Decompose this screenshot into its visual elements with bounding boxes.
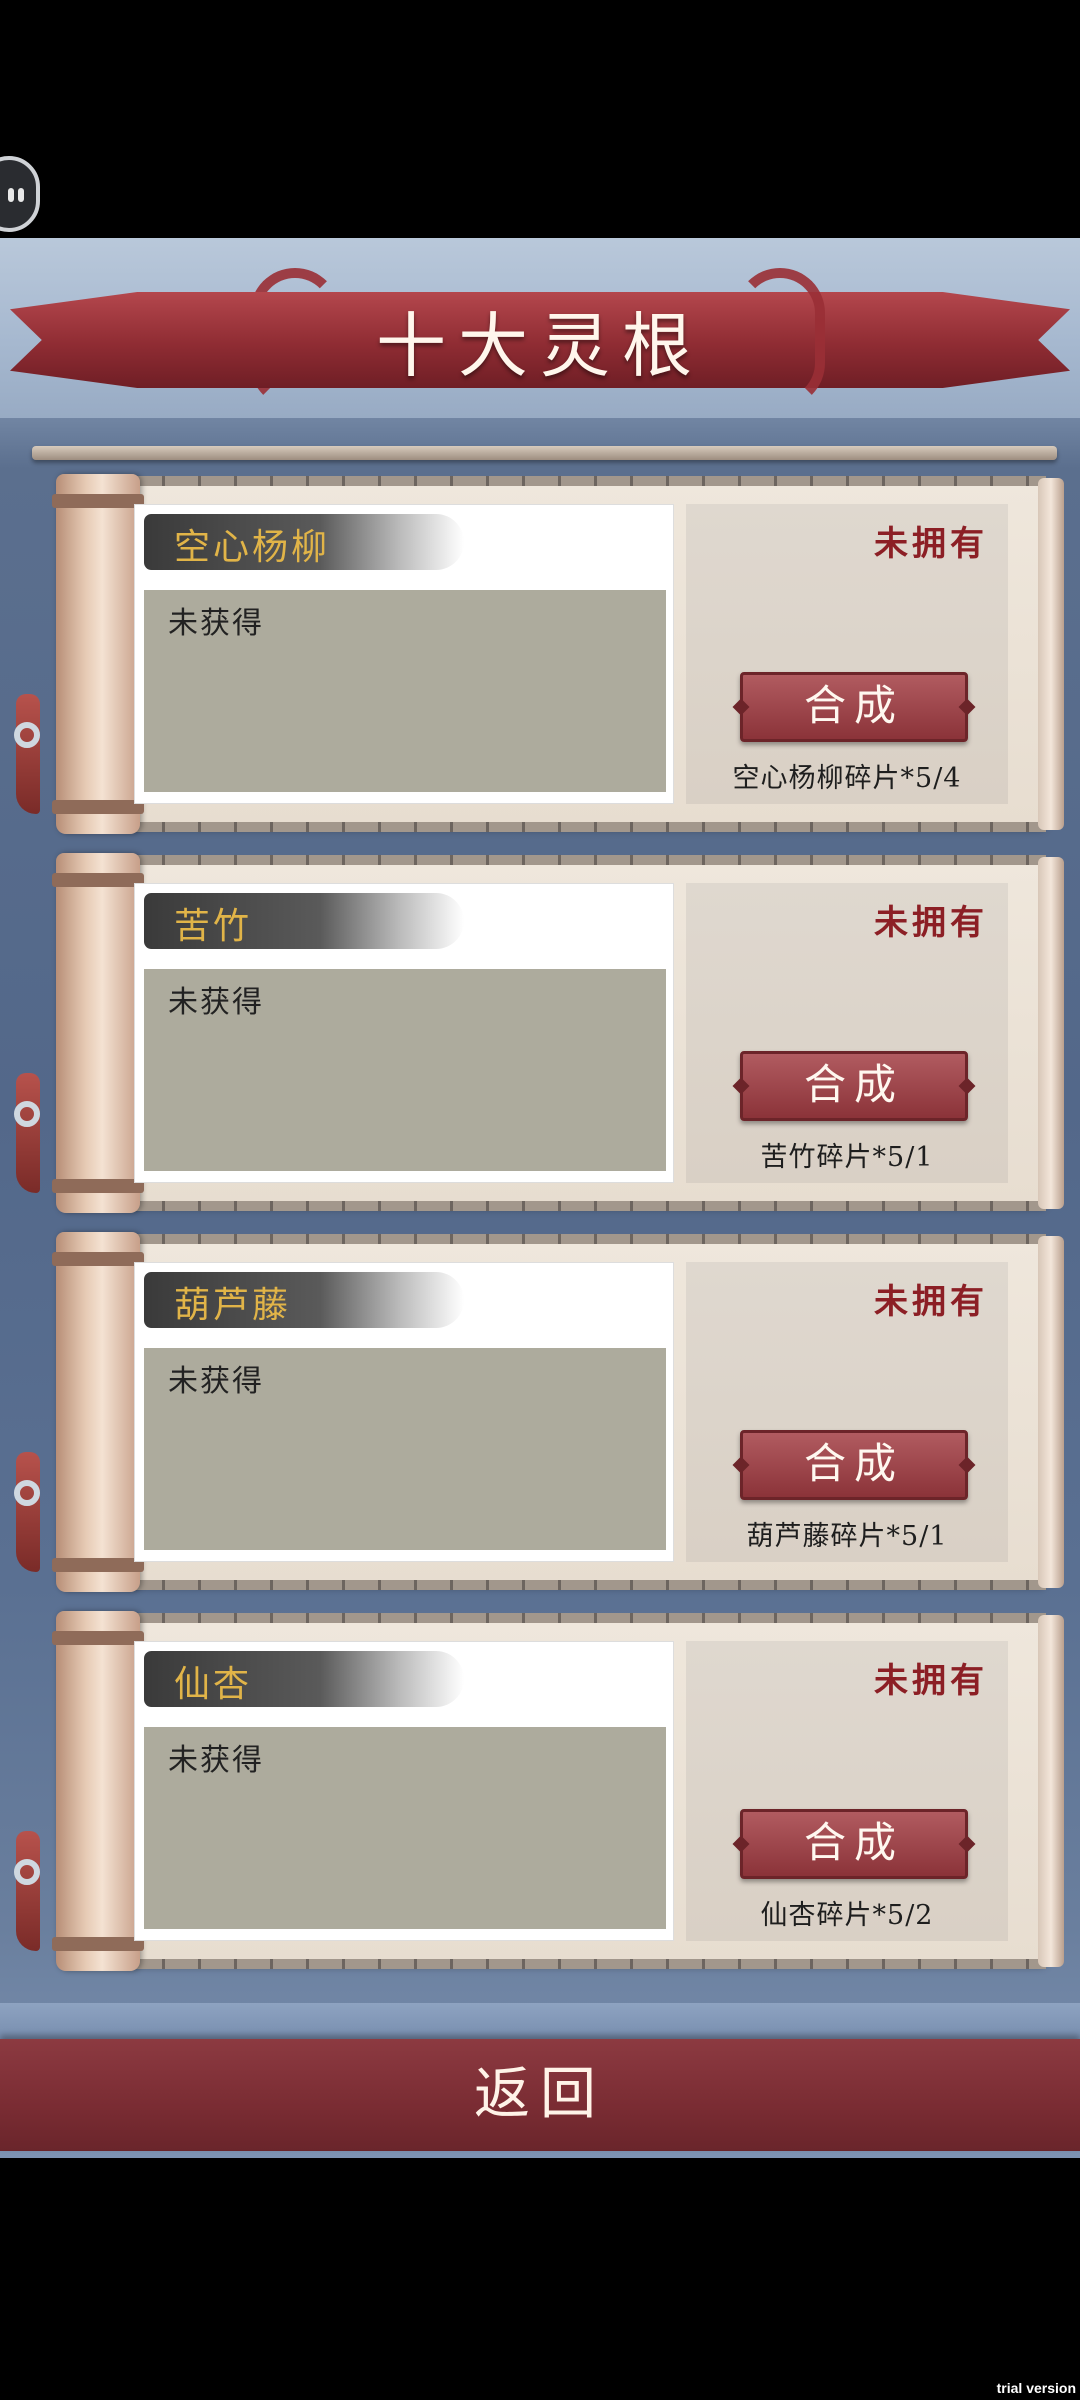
ownership-status: 未拥有 xyxy=(874,1282,988,1322)
tassel-decoration xyxy=(16,1073,40,1193)
fragment-count: 空心杨柳碎片*5/4 xyxy=(732,763,962,794)
back-button[interactable]: 返回 xyxy=(0,2039,1080,2151)
fragment-count: 葫芦藤碎片*5/1 xyxy=(746,1521,948,1552)
tassel-decoration xyxy=(16,1831,40,1951)
spirit-root-card: 苦竹 未获得 未拥有 合成 苦竹碎片*5/1 xyxy=(14,853,1064,1213)
ownership-status: 未拥有 xyxy=(874,903,988,943)
spirit-root-card: 葫芦藤 未获得 未拥有 合成 葫芦藤碎片*5/1 xyxy=(14,1232,1064,1592)
description-text: 未获得 xyxy=(168,1364,264,1399)
synthesize-button[interactable]: 合成 xyxy=(740,1430,968,1500)
description-box: 未获得 xyxy=(144,969,666,1171)
status-bar-area xyxy=(0,0,1080,238)
tassel-decoration xyxy=(16,1452,40,1572)
spirit-root-name: 葫芦藤 xyxy=(174,1285,292,1326)
action-panel: 未拥有 合成 仙杏碎片*5/2 xyxy=(686,1641,1008,1941)
scroll-rod xyxy=(52,853,144,1213)
tassel-decoration xyxy=(16,694,40,814)
navigation-bar-area: trial version xyxy=(0,2158,1080,2400)
synthesize-button[interactable]: 合成 xyxy=(740,672,968,742)
assistant-eye-icon xyxy=(8,188,14,202)
action-panel: 未拥有 合成 空心杨柳碎片*5/4 xyxy=(686,504,1008,804)
action-panel: 未拥有 合成 葫芦藤碎片*5/1 xyxy=(686,1262,1008,1562)
description-box: 未获得 xyxy=(144,1727,666,1929)
info-panel: 空心杨柳 未获得 xyxy=(134,504,674,804)
scroll-rod xyxy=(52,1232,144,1592)
scroll-rail-divider xyxy=(32,446,1057,460)
scroll-rod xyxy=(52,1611,144,1971)
synthesize-button[interactable]: 合成 xyxy=(740,1051,968,1121)
jade-ring-icon xyxy=(14,1859,40,1885)
info-panel: 葫芦藤 未获得 xyxy=(134,1262,674,1562)
spirit-root-card: 空心杨柳 未获得 未拥有 合成 空心杨柳碎片*5/4 xyxy=(14,474,1064,834)
description-text: 未获得 xyxy=(168,1743,264,1778)
spirit-root-name: 苦竹 xyxy=(174,906,253,947)
scroll-end-cap xyxy=(1038,857,1064,1209)
scroll-end-cap xyxy=(1038,1615,1064,1967)
action-panel: 未拥有 合成 苦竹碎片*5/1 xyxy=(686,883,1008,1183)
assistant-eye-icon xyxy=(18,188,24,202)
description-text: 未获得 xyxy=(168,606,264,641)
fragment-count: 苦竹碎片*5/1 xyxy=(760,1142,934,1173)
spirit-root-name: 空心杨柳 xyxy=(174,527,331,568)
title-banner: 十大灵根 xyxy=(0,238,1080,418)
scroll-end-cap xyxy=(1038,478,1064,830)
jade-ring-icon xyxy=(14,1480,40,1506)
description-box: 未获得 xyxy=(144,590,666,792)
fragment-count: 仙杏碎片*5/2 xyxy=(760,1900,934,1931)
jade-ring-icon xyxy=(14,1101,40,1127)
ownership-status: 未拥有 xyxy=(874,1661,988,1701)
watermark-text: trial version xyxy=(996,2380,1076,2396)
scroll-rod xyxy=(52,474,144,834)
description-box: 未获得 xyxy=(144,1348,666,1550)
spirit-root-card: 仙杏 未获得 未拥有 合成 仙杏碎片*5/2 xyxy=(14,1611,1064,1971)
synthesize-button[interactable]: 合成 xyxy=(740,1809,968,1879)
info-panel: 仙杏 未获得 xyxy=(134,1641,674,1941)
description-text: 未获得 xyxy=(168,985,264,1020)
ownership-status: 未拥有 xyxy=(874,524,988,564)
jade-ring-icon xyxy=(14,722,40,748)
page-title: 十大灵根 xyxy=(376,305,704,387)
info-panel: 苦竹 未获得 xyxy=(134,883,674,1183)
scroll-end-cap xyxy=(1038,1236,1064,1588)
game-screen: 十大灵根 空心杨柳 未获得 未拥有 合成 空心杨柳碎片*5/4 苦竹 未获得 未… xyxy=(0,238,1080,2158)
spirit-root-name: 仙杏 xyxy=(174,1664,253,1705)
